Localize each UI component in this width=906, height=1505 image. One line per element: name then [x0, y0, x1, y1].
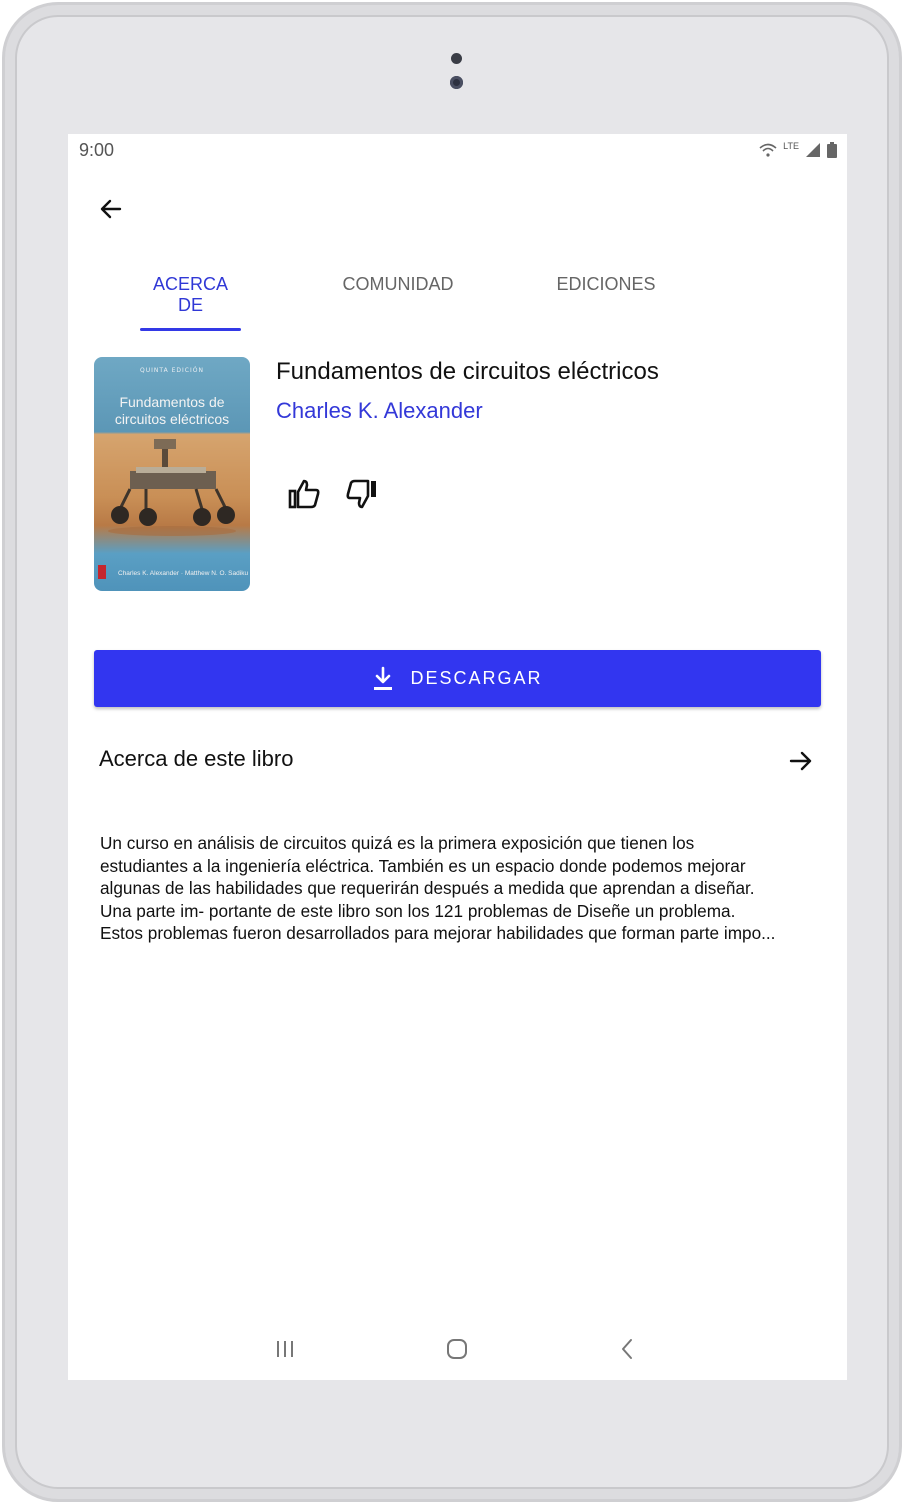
tab-comunidad[interactable]: COMUNIDAD	[338, 274, 458, 295]
book-title: Fundamentos de circuitos eléctricos	[276, 358, 659, 385]
battery-icon	[827, 142, 837, 158]
publisher-logo	[98, 565, 106, 579]
nav-back-button[interactable]	[608, 1329, 648, 1369]
rover-illustration	[108, 439, 236, 536]
status-time: 9:00	[79, 140, 115, 160]
active-tab-indicator	[140, 328, 241, 331]
system-nav-bar	[68, 1329, 847, 1369]
like-button[interactable]	[286, 476, 322, 512]
download-icon	[374, 666, 393, 690]
cover-title-line2: circuitos eléctricos	[114, 411, 230, 427]
home-button[interactable]	[437, 1329, 477, 1369]
wifi-icon	[759, 143, 777, 157]
tab-bar: ACERCA DE COMUNIDAD EDICIONES	[68, 274, 847, 332]
front-camera	[450, 76, 463, 89]
about-book-heading[interactable]: Acerca de este libro	[99, 746, 293, 772]
thumb-down-icon	[346, 479, 376, 509]
recents-button[interactable]	[265, 1329, 305, 1369]
book-cover: QUINTA EDICIÓN Fundamentos de circuitos …	[94, 357, 250, 591]
cover-edition: QUINTA EDICIÓN	[140, 367, 204, 374]
tab-ediciones[interactable]: EDICIONES	[546, 274, 666, 295]
network-type: LTE	[783, 141, 799, 151]
status-icons: LTE	[759, 140, 837, 160]
arrow-right-icon	[789, 751, 812, 771]
book-author-link[interactable]: Charles K. Alexander	[276, 398, 483, 424]
cover-title-line1: Fundamentos de	[119, 394, 225, 410]
home-icon	[447, 1339, 467, 1359]
app-screen: 9:00 LTE ACERCA DE COMUNIDAD EDICIONES Q…	[68, 134, 847, 1380]
signal-icon	[806, 143, 820, 157]
book-description: Un curso en análisis de circuitos quizá …	[100, 833, 776, 943]
download-label: DESCARGAR	[410, 668, 543, 688]
download-button[interactable]: DESCARGAR	[94, 650, 821, 707]
dislike-button[interactable]	[344, 476, 380, 512]
recents-icon	[277, 1341, 293, 1357]
arrow-left-icon	[100, 199, 122, 219]
proximity-sensor	[451, 53, 462, 64]
tab-acerca-de[interactable]: ACERCA DE	[140, 274, 241, 316]
about-book-arrow[interactable]	[786, 746, 816, 776]
tablet-frame: 9:00 LTE ACERCA DE COMUNIDAD EDICIONES Q…	[2, 2, 902, 1502]
back-icon	[622, 1339, 632, 1359]
back-button[interactable]	[96, 194, 126, 224]
thumb-up-icon	[288, 479, 320, 509]
cover-authors: Charles K. Alexander · Matthew N. O. Sad…	[118, 570, 249, 577]
